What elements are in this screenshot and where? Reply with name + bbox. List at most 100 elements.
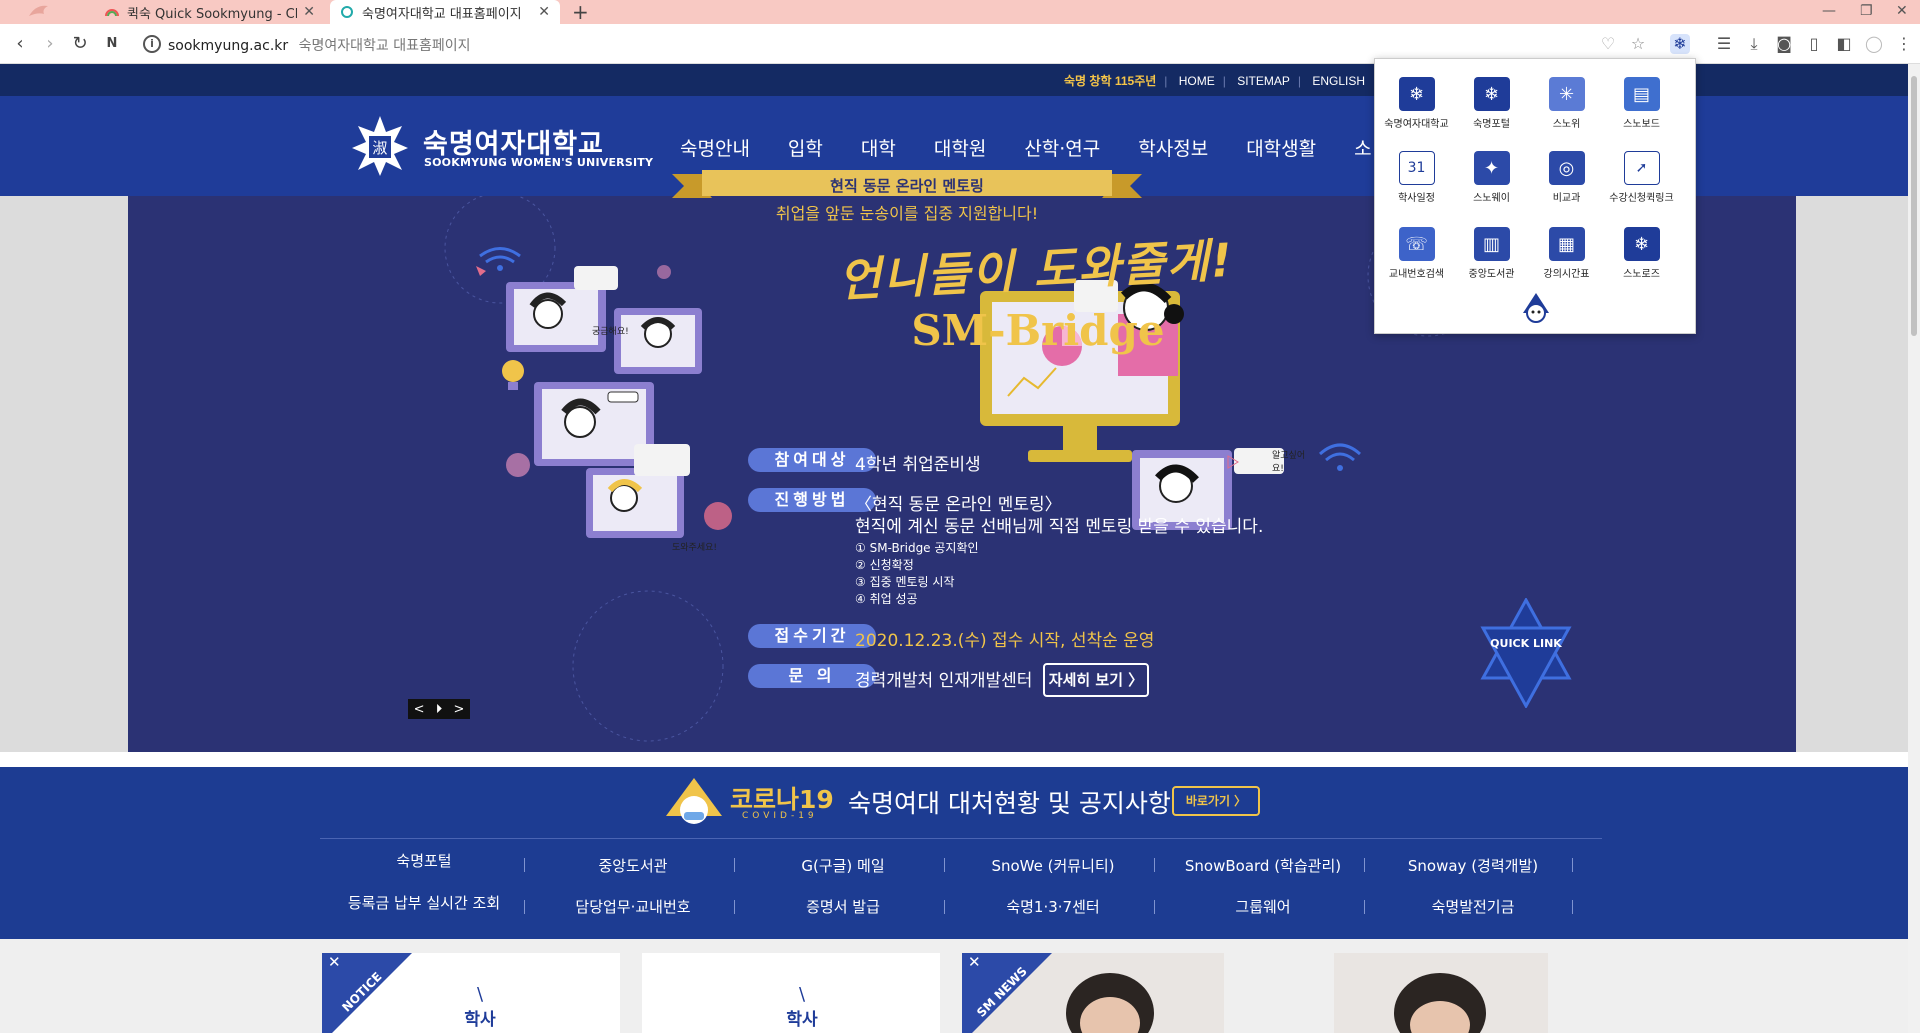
url-field[interactable]: sookmyung.ac.kr 숙명여자대학교 대표홈페이지 (168, 35, 470, 55)
minimize-icon[interactable]: — (1822, 0, 1836, 24)
browser-bird-icon (29, 5, 48, 16)
logo-english[interactable]: SOOKMYUNG WOMEN'S UNIVERSITY (424, 156, 653, 169)
notice-card-title[interactable]: 학사 (752, 1005, 852, 1030)
bubble-text: 궁금해요! (592, 327, 629, 337)
home-link[interactable]: HOME (1179, 74, 1215, 88)
quick-link-library[interactable]: 중앙도서관 (538, 855, 728, 876)
popup-item[interactable]: ✳ 스노위 (1529, 77, 1604, 130)
close-icon[interactable]: ✕ (303, 4, 315, 20)
card-mark: \ (476, 984, 484, 1005)
utility-links: 숙명 창학 115주년 | HOME | SITEMAP | ENGLISH (1064, 74, 1366, 88)
tab-sookmyung-home[interactable]: 숙명여자대학교 대표홈페이지 ✕ (330, 0, 560, 24)
quicklink-star-icon[interactable] (1476, 598, 1576, 708)
popup-item[interactable]: ▦ 강의시간표 (1529, 227, 1604, 280)
popup-item[interactable]: ▤ 스노보드 (1604, 77, 1679, 130)
quick-link-center[interactable]: 숙명1·3·7센터 (958, 896, 1148, 917)
menu-item-college[interactable]: 대학 (861, 134, 896, 161)
maximize-icon[interactable]: ❐ (1860, 0, 1873, 24)
reader-icon[interactable]: ▯ (1804, 34, 1824, 54)
popup-item[interactable]: ❄ 스노로즈 (1604, 227, 1679, 280)
popup-item[interactable]: 31 학사일정 (1379, 151, 1454, 204)
scrollbar-thumb[interactable] (1911, 76, 1917, 336)
quick-sookmyung-extension-icon[interactable]: ❄ (1670, 34, 1690, 54)
quick-link-certificate[interactable]: 증명서 발급 (748, 896, 938, 917)
step-item: ③ 집중 멘토링 시작 (855, 575, 955, 589)
quicklink-label[interactable]: QUICK LINK (1476, 636, 1576, 651)
phone-icon: ☏ (1398, 227, 1435, 261)
quick-link-snowe[interactable]: SnoWe (커뮤니티) (958, 855, 1148, 876)
popup-item-label: 수강신청퀵링크 (1609, 193, 1674, 204)
value-period: 2020.12.23.(수) 접수 시작, 선착순 운영 (855, 631, 1155, 651)
menu-item-academic[interactable]: 학사정보 (1138, 134, 1208, 161)
prev-slide-button[interactable]: < (414, 702, 425, 717)
profile-icon[interactable]: ◯ (1864, 34, 1884, 54)
menu-item-admission[interactable]: 입학 (788, 134, 823, 161)
quick-link-groupware[interactable]: 그룹웨어 (1168, 896, 1358, 917)
pocket-icon[interactable]: ♡ (1598, 34, 1618, 54)
menu-item-campus-life[interactable]: 대학생활 (1246, 134, 1316, 161)
person-photo (1394, 973, 1486, 1033)
anniversary-link[interactable]: 숙명 창학 115주년 (1064, 74, 1156, 88)
popup-item[interactable]: ➚ 수강신청퀵링크 (1604, 151, 1679, 204)
camera-icon[interactable]: ◙ (1774, 34, 1794, 54)
close-icon[interactable]: ✕ (968, 953, 981, 971)
popup-item[interactable]: ❄ 숙명포털 (1454, 77, 1529, 130)
quick-link-fund[interactable]: 숙명발전기금 (1378, 896, 1568, 917)
popup-item[interactable]: ❄ 숙명여자대학교 (1379, 77, 1454, 130)
divider (1154, 858, 1155, 872)
menu-item-more[interactable]: 소 (1354, 134, 1371, 161)
notice-card-title[interactable]: 학사 (430, 1005, 530, 1030)
popup-item[interactable]: ▥ 중앙도서관 (1454, 227, 1529, 280)
menu-dots-icon[interactable]: ⋮ (1894, 34, 1914, 54)
quick-link-tuition[interactable]: 등록금 납부 실시간 조회 (329, 892, 519, 913)
close-icon[interactable]: ✕ (538, 4, 550, 20)
target-icon: ◎ (1548, 151, 1585, 185)
divider (1364, 858, 1365, 872)
forward-icon[interactable]: › (38, 32, 62, 56)
covid-heading: 숙명여대 대처현황 및 공지사항 (848, 789, 1171, 818)
quick-link-directory[interactable]: 담당업무·교내번호 (538, 896, 728, 917)
close-icon[interactable]: ✕ (328, 953, 341, 971)
next-slide-button[interactable]: > (453, 702, 464, 717)
mascot-icon[interactable] (1519, 291, 1553, 325)
rainbow-icon (105, 9, 119, 17)
covid-go-button[interactable]: 바로가기 〉 (1172, 786, 1260, 816)
new-tab-button[interactable]: + (572, 0, 589, 24)
popup-item[interactable]: ☏ 교내번호검색 (1379, 227, 1454, 280)
steps-list: ① SM-Bridge 공지확인 ② 신청확정 ③ 집중 멘토링 시작 ④ 취업… (855, 540, 979, 608)
quick-link-snoway[interactable]: Snoway (경력개발) (1378, 855, 1568, 876)
quick-link-gmail[interactable]: G(구글) 메일 (748, 855, 938, 876)
menu-item-about[interactable]: 숙명안내 (680, 134, 750, 161)
reload-icon[interactable]: ↻ (68, 32, 92, 56)
site-info-icon[interactable]: i (143, 35, 161, 53)
back-icon[interactable]: ‹ (8, 32, 32, 56)
university-logo-icon[interactable]: 淑 (350, 114, 410, 178)
sidebar-icon[interactable]: ◧ (1834, 34, 1854, 54)
naver-icon[interactable]: N (100, 32, 124, 56)
reading-list-icon[interactable]: ☰ (1714, 34, 1734, 54)
menu-item-research[interactable]: 산학·연구 (1024, 134, 1100, 161)
value-contact: 경력개발처 인재개발센터 (855, 671, 1033, 691)
divider (944, 900, 945, 914)
tab-title: 퀵숙 Quick Sookmyung - Chrom (127, 6, 297, 22)
sitemap-link[interactable]: SITEMAP (1237, 74, 1290, 88)
detail-button[interactable]: 자세히 보기 〉 (1043, 663, 1149, 697)
menu-item-graduate[interactable]: 대학원 (934, 134, 986, 161)
bookmark-star-icon[interactable]: ☆ (1628, 34, 1648, 54)
quick-link-snowboard[interactable]: SnowBoard (학습관리) (1168, 855, 1358, 876)
popup-item-label: 중앙도서관 (1468, 269, 1515, 280)
close-window-icon[interactable]: ✕ (1896, 0, 1908, 24)
popup-item[interactable]: ✦ 스노웨이 (1454, 151, 1529, 204)
popup-item-label: 스노로즈 (1623, 269, 1660, 280)
pause-slide-button[interactable]: ⏵ (436, 702, 443, 717)
download-icon[interactable]: ⤓ (1744, 34, 1764, 54)
board-icon: ▤ (1623, 77, 1660, 111)
english-link[interactable]: ENGLISH (1312, 74, 1365, 88)
tab-quick-sookmyung[interactable]: 퀵숙 Quick Sookmyung - Chrom ✕ (95, 0, 325, 24)
timetable-icon: ▦ (1548, 227, 1585, 261)
news-photo-2[interactable] (1334, 953, 1548, 1033)
quick-sookmyung-popup: ❄ 숙명여자대학교 ❄ 숙명포털 ✳ 스노위 ▤ 스노보드 31 학사일정 ✦ 스노웨이 ◎ 비교과 ➚ 수강… (1374, 58, 1696, 334)
snowflake-icon: ❄ (1623, 227, 1660, 261)
quick-link-portal[interactable]: 숙명포털 (329, 850, 519, 871)
popup-item[interactable]: ◎ 비교과 (1529, 151, 1604, 204)
